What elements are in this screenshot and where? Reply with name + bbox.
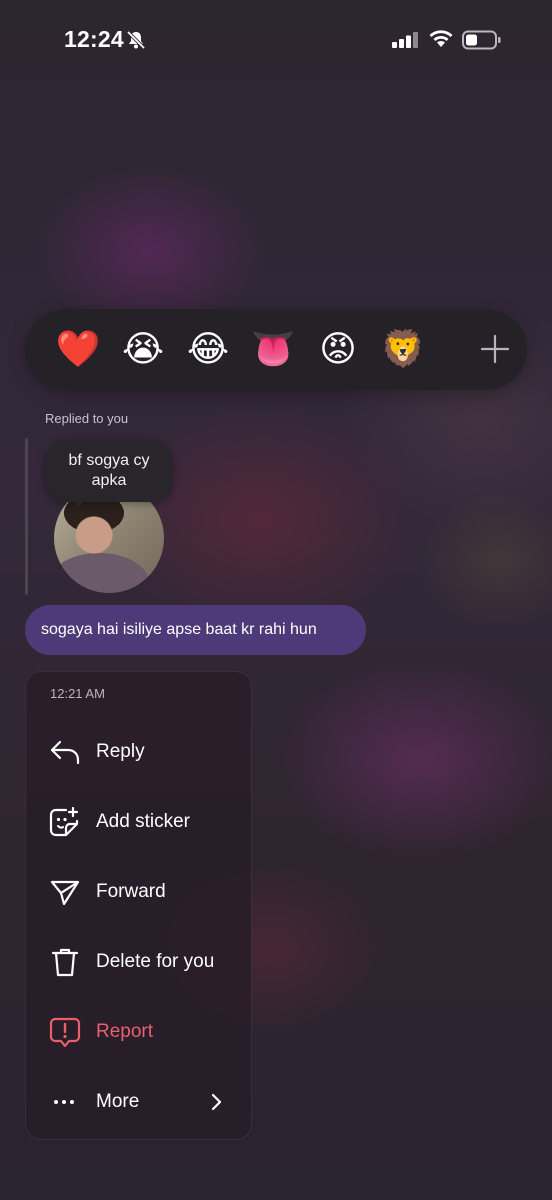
- reaction-tongue-emoji[interactable]: 👅: [250, 326, 296, 372]
- status-time: 12:24: [64, 26, 124, 52]
- chevron-right-icon: [211, 1093, 222, 1111]
- menu-label-more: More: [96, 1091, 140, 1112]
- message-bubble[interactable]: sogaya hai isiliye apse baat kr rahi hun: [25, 605, 366, 655]
- more-icon: [54, 1100, 74, 1104]
- menu-item-delete-for-you[interactable]: Delete for you: [26, 932, 251, 992]
- sticker-icon: [49, 807, 79, 837]
- forward-icon: [50, 880, 80, 906]
- menu-label-reply: Reply: [96, 741, 145, 762]
- message-text: sogaya hai isiliye apse baat kr rahi hun: [41, 621, 317, 638]
- plus-icon[interactable]: [478, 332, 512, 366]
- menu-item-add-sticker[interactable]: Add sticker: [26, 792, 251, 852]
- reply-indicator-line: [25, 438, 28, 595]
- menu-item-more[interactable]: More: [26, 1072, 251, 1132]
- menu-item-forward[interactable]: Forward: [26, 862, 251, 922]
- report-icon: [49, 1017, 81, 1047]
- reaction-angry-emoji[interactable]: 😡: [315, 326, 361, 372]
- replied-to-you-label: Replied to you: [45, 411, 129, 426]
- message-timestamp: 12:21 AM: [50, 686, 105, 701]
- wifi-icon: [429, 30, 453, 47]
- bell-slash-icon: [126, 30, 146, 50]
- signal-icon: [392, 32, 418, 48]
- menu-item-report[interactable]: Report: [26, 1002, 251, 1062]
- menu-item-reply[interactable]: Reply: [26, 722, 251, 782]
- message-context-menu: 12:21 AM Reply Add sticker Forward Delet…: [25, 671, 252, 1140]
- menu-label-forward: Forward: [96, 881, 166, 902]
- story-quote-bubble: bf sogya cy apka: [45, 440, 173, 502]
- status-bar: 12:24: [0, 0, 552, 80]
- quote-bubble-tail: [76, 500, 82, 506]
- story-quote-text: bf sogya cy apka: [68, 452, 150, 489]
- menu-label-report: Report: [96, 1021, 154, 1042]
- reaction-laughing-emoji[interactable]: 😂: [185, 326, 231, 372]
- reaction-bar: ❤️ 😭 😂 👅 😡 🦁: [25, 309, 527, 390]
- reaction-lion-emoji[interactable]: 🦁: [380, 326, 426, 372]
- menu-label-add-sticker: Add sticker: [96, 811, 190, 832]
- reaction-crying-emoji[interactable]: 😭: [120, 326, 166, 372]
- reply-icon: [50, 740, 80, 765]
- trash-icon: [51, 948, 79, 977]
- menu-label-delete-for-you: Delete for you: [96, 951, 215, 972]
- battery-icon: [462, 30, 501, 50]
- reaction-heart-emoji[interactable]: ❤️: [55, 326, 101, 372]
